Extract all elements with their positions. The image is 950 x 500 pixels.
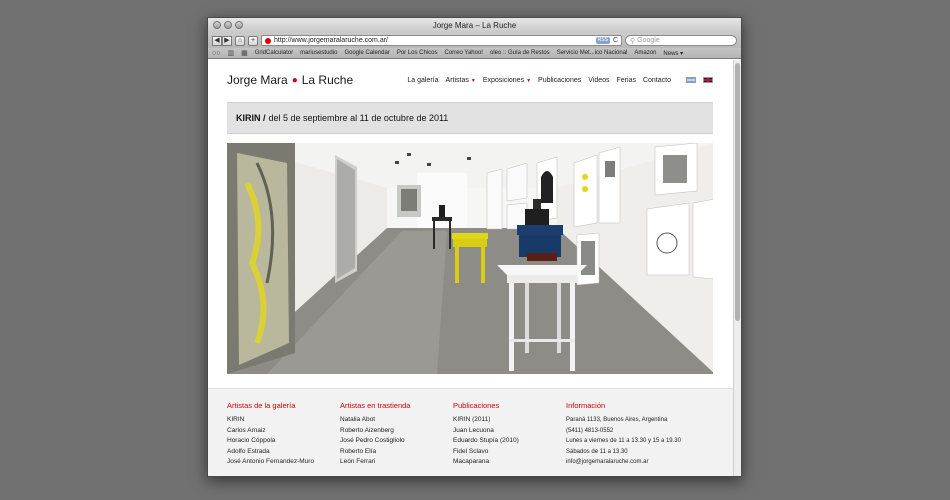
- add-bookmark-button[interactable]: +: [248, 35, 258, 46]
- footer-link[interactable]: KIRIN (2011): [453, 415, 566, 426]
- footer-link[interactable]: Adolfo Estrada: [227, 447, 340, 458]
- search-input[interactable]: ⚲ Google: [625, 35, 737, 46]
- footer-link[interactable]: Fidel Sclavo: [453, 447, 566, 458]
- home-button[interactable]: ⌂: [235, 35, 245, 46]
- web-page: Jorge Mara ● La Ruche La galería Artista…: [208, 60, 733, 476]
- window-title: Jorge Mara – La Ruche: [432, 21, 517, 30]
- nav-label: La galería: [407, 76, 439, 84]
- browser-window: Jorge Mara – La Ruche ◀ ▶ ⌂ + http://www…: [207, 17, 742, 477]
- nav-label: Artistas: [445, 76, 469, 84]
- footer-col-artistas-galeria: Artistas de la galería KIRIN Carlos Arna…: [227, 401, 340, 476]
- window-controls: [213, 21, 243, 29]
- footer-link[interactable]: Natalia Abot: [340, 415, 453, 426]
- footer-hours-saturday: Sábados de 11 a 13.30: [566, 448, 628, 455]
- footer-email-link[interactable]: info@jorgemaralaruche.com.ar: [566, 457, 679, 468]
- footer-heading: Artistas de la galería: [227, 401, 296, 410]
- nav-label: Publicaciones: [538, 76, 582, 84]
- reading-glasses-icon[interactable]: ○○: [212, 50, 220, 57]
- search-icon: ⚲: [630, 37, 636, 45]
- url-text: http://www.jorgemaralaruche.com.ar/: [274, 37, 388, 44]
- scrollbar-thumb[interactable]: [735, 63, 740, 321]
- nav-buttons: ◀ ▶: [212, 35, 232, 46]
- site-footer: Artistas de la galería KIRIN Carlos Arna…: [208, 388, 733, 476]
- nav-item-exposiciones[interactable]: Exposiciones ▼: [483, 77, 531, 84]
- footer-link[interactable]: José Pedro Costigliolo: [340, 436, 453, 447]
- search-placeholder: Google: [637, 37, 660, 44]
- site-favicon-icon: [265, 37, 271, 44]
- nav-label: Videos: [588, 76, 610, 84]
- bookmark-item[interactable]: News ▾: [663, 50, 683, 57]
- rss-icon[interactable]: RSS: [595, 37, 610, 44]
- bookmark-item[interactable]: GridCalculator: [255, 50, 293, 56]
- nav-label: Contacto: [642, 76, 671, 84]
- footer-link[interactable]: Carlos Arnaiz: [227, 426, 340, 437]
- bookmark-item[interactable]: Amazon: [634, 50, 656, 56]
- web-viewport: Jorge Mara ● La Ruche La galería Artista…: [208, 60, 741, 476]
- grid-icon[interactable]: ▦: [241, 49, 248, 57]
- nav-item-galeria[interactable]: La galería: [407, 77, 438, 84]
- exhibition-banner: KIRIN / del 5 de septiembre al 11 de oct…: [227, 102, 713, 134]
- footer-link[interactable]: KIRIN: [227, 415, 340, 426]
- bookmarks-bar: ○○ ▥ ▦ GridCalculator mariusestudio Goog…: [208, 48, 741, 59]
- bookmark-item[interactable]: Por Los Chicos: [397, 50, 438, 56]
- reload-icon[interactable]: C: [613, 37, 618, 44]
- browser-toolbar: ◀ ▶ ⌂ + http://www.jorgemaralaruche.com.…: [208, 33, 741, 48]
- bookmark-item[interactable]: mariusestudio: [300, 50, 337, 56]
- argentina-flag-icon[interactable]: [686, 77, 696, 83]
- bookmark-item[interactable]: Servicio Met...ico Nacional: [557, 50, 628, 56]
- nav-label: Ferias: [616, 76, 636, 84]
- bookmark-item[interactable]: oleo :: Guía de Restos: [490, 50, 550, 56]
- bookmark-item[interactable]: Google Calendar: [344, 50, 389, 56]
- footer-col-informacion: Información Paraná 1133, Buenos Aires, A…: [566, 401, 681, 476]
- footer-hours-weekdays: Lunes a viernes de 11 a 13.30 y 15 a 19.…: [566, 438, 681, 444]
- bookmark-item[interactable]: Correo Yahoo!: [445, 50, 483, 56]
- zoom-window-button[interactable]: [235, 21, 243, 29]
- footer-heading: Publicaciones: [453, 401, 500, 410]
- nav-item-artistas[interactable]: Artistas ▼: [446, 77, 476, 84]
- site-logo[interactable]: Jorge Mara ● La Ruche: [227, 73, 353, 87]
- footer-link[interactable]: Roberto Aizenberg: [340, 426, 453, 437]
- address-bar[interactable]: http://www.jorgemaralaruche.com.ar/ RSS …: [261, 35, 622, 46]
- main-nav: La galería Artistas ▼ Exposiciones ▼ Publi…: [407, 77, 713, 84]
- nav-item-ferias[interactable]: Ferias: [617, 77, 636, 84]
- footer-heading: Artistas en trastienda: [340, 401, 411, 410]
- forward-button[interactable]: ▶: [222, 35, 232, 46]
- footer-col-publicaciones: Publicaciones KIRIN (2011) Juan Lecuona …: [453, 401, 566, 476]
- uk-flag-icon[interactable]: [703, 77, 713, 83]
- nav-label: Exposiciones: [482, 76, 525, 84]
- minimize-window-button[interactable]: [224, 21, 232, 29]
- gallery-photo: [227, 143, 713, 374]
- vertical-scrollbar[interactable]: [733, 60, 741, 476]
- footer-link[interactable]: Eduardo Stupía (2010): [453, 436, 566, 447]
- footer-link[interactable]: José Antonio Fernandez-Muro: [227, 457, 340, 468]
- chevron-down-icon: ▼: [526, 77, 532, 84]
- nav-item-videos[interactable]: Videos: [588, 77, 609, 84]
- footer-phone: (5411) 4813-0552: [566, 427, 614, 434]
- nav-item-contacto[interactable]: Contacto: [643, 77, 671, 84]
- logo-dot-icon: ●: [291, 74, 298, 86]
- footer-link[interactable]: Roberto Elía: [340, 447, 453, 458]
- nav-item-publicaciones[interactable]: Publicaciones: [538, 77, 581, 84]
- footer-link[interactable]: Juan Lecuona: [453, 426, 566, 437]
- footer-link[interactable]: Horacio Cóppola: [227, 436, 340, 447]
- site-header: Jorge Mara ● La Ruche La galería Artista…: [227, 68, 713, 92]
- chevron-down-icon: ▼: [470, 77, 476, 84]
- exhibition-title: KIRIN /: [236, 113, 266, 123]
- footer-address: Paraná 1133, Buenos Aires, Argentina: [566, 417, 668, 423]
- logo-text-right: La Ruche: [301, 73, 354, 87]
- footer-col-artistas-trastienda: Artistas en trastienda Natalia Abot Robe…: [340, 401, 453, 476]
- close-window-button[interactable]: [213, 21, 221, 29]
- logo-text-left: Jorge Mara: [227, 73, 288, 87]
- footer-link[interactable]: León Ferrari: [340, 457, 453, 468]
- back-button[interactable]: ◀: [212, 35, 222, 46]
- footer-link[interactable]: Macaparana: [453, 457, 566, 468]
- title-bar: Jorge Mara – La Ruche: [208, 18, 741, 33]
- gallery-interior-image: [227, 143, 713, 374]
- book-icon[interactable]: ▥: [227, 49, 234, 57]
- exhibition-dates: del 5 de septiembre al 11 de octubre de …: [268, 113, 449, 123]
- footer-heading: Información: [566, 401, 606, 410]
